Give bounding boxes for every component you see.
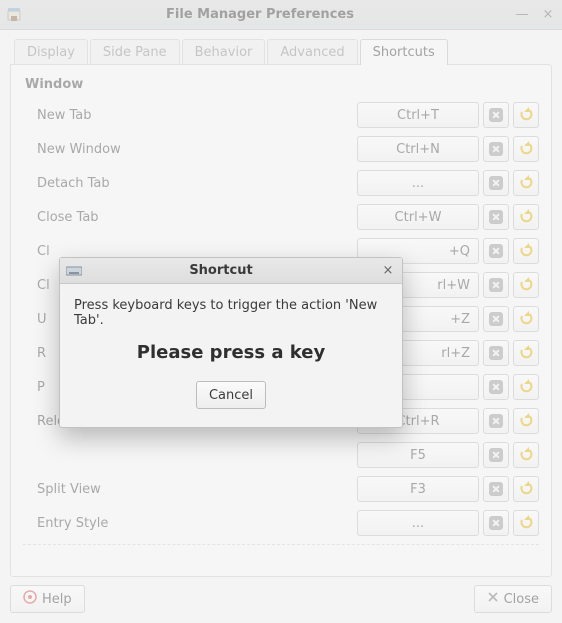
preferences-window: File Manager Preferences — × Display Sid… bbox=[0, 0, 562, 623]
dialog-close-button[interactable]: × bbox=[380, 263, 396, 278]
shortcut-dialog: Shortcut × Press keyboard keys to trigge… bbox=[59, 257, 403, 428]
dialog-title: Shortcut bbox=[62, 263, 380, 278]
dialog-prompt: Please press a key bbox=[72, 342, 390, 381]
cancel-label: Cancel bbox=[209, 388, 253, 403]
dialog-instruction: Press keyboard keys to trigger the actio… bbox=[72, 298, 390, 342]
dialog-titlebar: Shortcut × bbox=[60, 258, 402, 284]
cancel-button[interactable]: Cancel bbox=[196, 381, 266, 409]
dialog-body: Press keyboard keys to trigger the actio… bbox=[60, 284, 402, 427]
